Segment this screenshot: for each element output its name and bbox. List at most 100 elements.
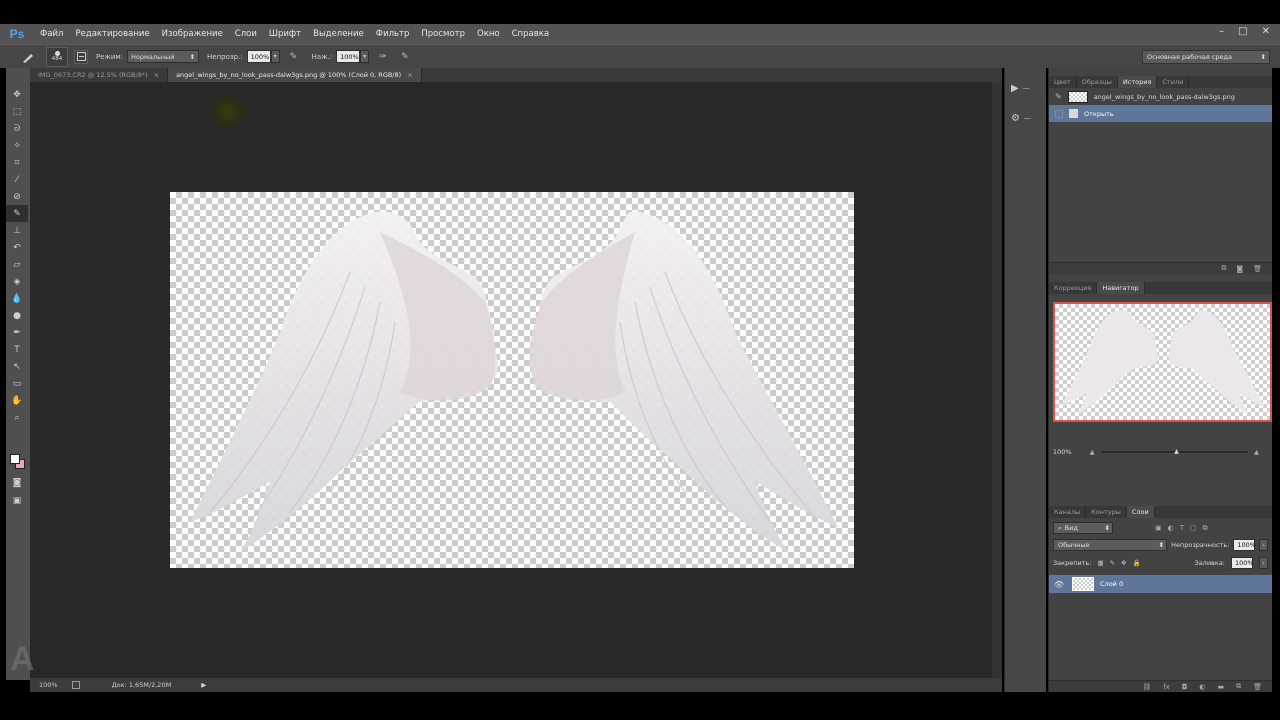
status-menu-icon[interactable] [71, 681, 80, 689]
screen-mode-toggle[interactable]: ▣ [6, 492, 28, 509]
tab-layers[interactable]: Слои [1126, 506, 1155, 518]
document-canvas[interactable] [170, 192, 854, 568]
clone-stamp-tool[interactable]: ⊥ [6, 222, 28, 239]
pressure-opacity-icon[interactable]: ✎ [290, 52, 304, 62]
layer-opacity-input[interactable]: 100% [1233, 539, 1256, 551]
gradient-tool[interactable]: ◈ [6, 273, 28, 290]
slider-handle[interactable]: ▲ [1174, 448, 1179, 455]
brush-tool-preset[interactable] [16, 49, 40, 65]
add-mask-icon[interactable]: ◘ [1182, 683, 1188, 691]
actions-panel-button[interactable]: ▶ — [1011, 78, 1041, 98]
minimize-button[interactable]: – [1219, 26, 1224, 37]
close-icon[interactable]: × [154, 71, 159, 79]
history-brush-tool[interactable]: ↶ [6, 239, 28, 256]
layer-filter-select[interactable]: ⌕ Вид ⬍ [1053, 522, 1113, 534]
move-tool[interactable]: ✥ [6, 86, 28, 103]
trash-icon[interactable]: 🗑 [1253, 683, 1262, 691]
blend-mode-select[interactable]: Обычные ⬍ [1053, 539, 1168, 551]
brush-size-picker[interactable]: 484 [46, 46, 68, 67]
mode-select[interactable]: Нормальный ⬍ [127, 50, 200, 63]
pixel-filter-icon[interactable]: ▣ [1155, 524, 1162, 532]
pressure-size-icon[interactable]: ✎ [401, 52, 415, 62]
quick-mask-toggle[interactable]: ◙ [6, 474, 28, 491]
adjustment-layer-icon[interactable]: ◐ [1199, 683, 1205, 691]
fill-dropdown[interactable]: › [1259, 557, 1268, 569]
brush-panel-toggle[interactable] [74, 49, 88, 64]
camera-icon[interactable]: ◙ [1236, 265, 1243, 273]
menu-edit[interactable]: Редактирование [69, 29, 155, 39]
lock-position-icon[interactable]: ✥ [1121, 559, 1126, 567]
lasso-tool[interactable]: ᘐ [6, 120, 28, 137]
menu-view[interactable]: Просмотр [415, 29, 471, 39]
new-layer-icon[interactable]: ⧉ [1236, 682, 1241, 691]
tab-angel-wings[interactable]: angel_wings_by_no_look_pass-daiw3gs.png … [168, 68, 422, 82]
airbrush-icon[interactable]: ✑ [379, 52, 393, 62]
foreground-color-swatch[interactable] [10, 454, 20, 464]
zoom-out-icon[interactable]: ▲ [1090, 448, 1095, 456]
lock-all-icon[interactable]: 🔒 [1133, 559, 1141, 567]
quick-selection-tool[interactable]: ✧ [6, 137, 28, 154]
smart-object-filter-icon[interactable]: ⧉ [1203, 524, 1208, 533]
lock-transparent-icon[interactable]: ▦ [1097, 559, 1103, 567]
healing-brush-tool[interactable]: ⊘ [6, 188, 28, 205]
menu-filter[interactable]: Фильтр [370, 29, 416, 39]
menu-file[interactable]: Файл [34, 29, 69, 39]
adjustment-filter-icon[interactable]: ◐ [1168, 524, 1174, 532]
shape-filter-icon[interactable]: ▢ [1190, 524, 1197, 532]
history-step-open[interactable]: Открыть [1049, 105, 1272, 122]
navigator-zoom-slider[interactable]: ▲ [1100, 448, 1248, 455]
close-icon[interactable]: × [407, 71, 412, 79]
eyedropper-tool[interactable]: ⁄ [6, 171, 28, 188]
menu-type[interactable]: Шрифт [263, 29, 307, 39]
zoom-in-icon[interactable]: ▲ [1254, 448, 1259, 456]
tab-adjustments[interactable]: Коррекция [1049, 282, 1098, 294]
tab-history[interactable]: История [1117, 76, 1158, 88]
vertical-scrollbar[interactable] [992, 82, 1002, 678]
eye-icon[interactable]: 👁 [1054, 580, 1066, 589]
blur-tool[interactable]: 💧 [6, 290, 28, 307]
menu-layers[interactable]: Слои [229, 29, 263, 39]
menu-window[interactable]: Окно [471, 29, 506, 39]
tab-color[interactable]: Цвет [1049, 76, 1077, 88]
flow-input[interactable]: 100% [336, 50, 361, 63]
menu-select[interactable]: Выделение [307, 29, 370, 39]
new-group-icon[interactable]: ▬ [1217, 683, 1224, 691]
tab-paths[interactable]: Контуры [1086, 506, 1127, 518]
dodge-tool[interactable]: ● [6, 307, 28, 324]
path-selection-tool[interactable]: ↖ [6, 358, 28, 375]
marquee-tool[interactable]: ⬚ [6, 103, 28, 120]
crop-tool[interactable]: ⌗ [6, 154, 28, 171]
pen-tool[interactable]: ✒ [6, 324, 28, 341]
close-button[interactable]: ✕ [1262, 26, 1270, 37]
new-document-from-state-icon[interactable]: ⧉ [1221, 264, 1226, 273]
status-arrow-icon[interactable]: ▶ [201, 681, 206, 689]
navigator-zoom-value[interactable]: 100% [1053, 448, 1072, 456]
trash-icon[interactable]: 🗑 [1253, 265, 1262, 273]
shape-tool[interactable]: ▭ [6, 375, 28, 392]
opacity-input[interactable]: 100% [246, 50, 271, 63]
tab-swatches[interactable]: Образцы [1077, 76, 1118, 88]
lock-image-icon[interactable]: ✎ [1110, 559, 1115, 567]
brush-tool[interactable]: ✎ [6, 205, 28, 222]
layer-opacity-dropdown[interactable]: › [1259, 539, 1268, 551]
layer-row[interactable]: 👁 Слой 0 [1049, 575, 1272, 593]
menu-image[interactable]: Изображение [156, 29, 229, 39]
tab-styles[interactable]: Стили [1157, 76, 1190, 88]
link-layers-icon[interactable]: ⛓ [1142, 683, 1151, 691]
zoom-tool[interactable]: ⌕ [6, 409, 28, 426]
layer-style-icon[interactable]: fx [1163, 683, 1170, 691]
type-tool[interactable]: T [6, 341, 28, 358]
flow-dropdown[interactable]: ▾ [360, 50, 370, 63]
maximize-button[interactable]: □ [1238, 26, 1247, 37]
fill-input[interactable]: 100% [1231, 557, 1254, 569]
hand-tool[interactable]: ✋ [6, 392, 28, 409]
tab-navigator[interactable]: Навигатор [1097, 282, 1145, 294]
tab-img-0673[interactable]: IMG_0673.CR2 @ 12,5% (RGB/8*) × [30, 68, 169, 82]
navigator-preview[interactable] [1053, 302, 1272, 422]
tab-channels[interactable]: Каналы [1049, 506, 1087, 518]
canvas-area[interactable] [30, 82, 992, 678]
workspace-select[interactable]: Основная рабочая среда ⬍ [1142, 50, 1270, 64]
eraser-tool[interactable]: ▱ [6, 256, 28, 273]
zoom-level[interactable]: 100% [39, 681, 58, 689]
opacity-dropdown[interactable]: ▾ [270, 50, 280, 63]
